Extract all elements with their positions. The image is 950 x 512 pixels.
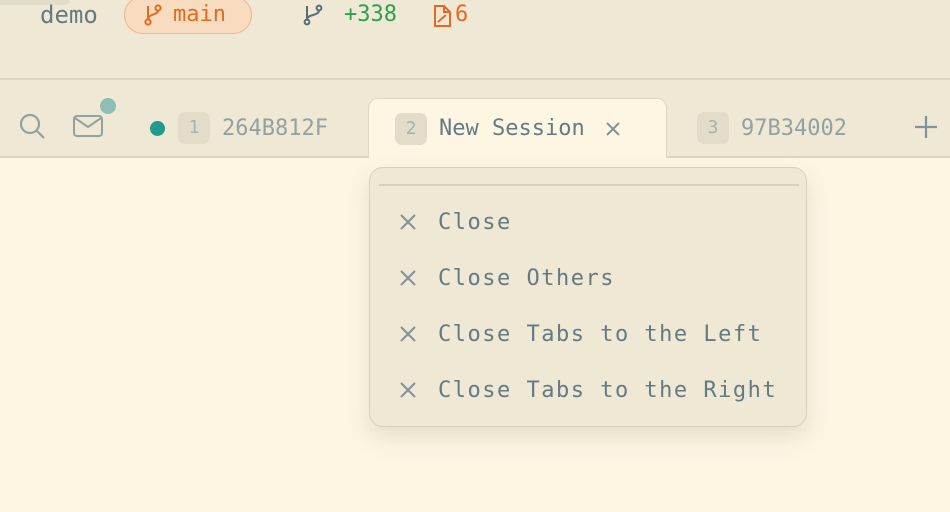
git-icon[interactable] — [301, 3, 325, 27]
tab-session-3[interactable]: 3 97B34002 — [697, 100, 897, 156]
menu-item-close-tabs-left[interactable]: Close Tabs to the Left — [370, 306, 806, 362]
menu-item-close-others[interactable]: Close Others — [370, 250, 806, 306]
menu-item-label: Close Tabs to the Left — [438, 321, 763, 347]
git-branch-icon — [144, 4, 162, 26]
menu-item-label: Close Others — [438, 265, 615, 291]
running-status-dot — [150, 120, 165, 136]
tab-number: 1 — [178, 112, 210, 144]
menu-item-close[interactable]: Close — [370, 194, 806, 250]
project-name: demo — [40, 1, 98, 29]
close-icon — [400, 214, 416, 230]
menu-item-close-tabs-right[interactable]: Close Tabs to the Right — [370, 362, 806, 418]
menu-item-label: Close Tabs to the Right — [438, 377, 778, 403]
close-icon — [400, 326, 416, 342]
mail-icon[interactable] — [72, 112, 104, 140]
search-icon[interactable] — [18, 112, 46, 140]
tab-number: 2 — [395, 112, 427, 145]
tab-number: 3 — [697, 112, 729, 144]
tab-session-1[interactable]: 1 264B812F — [150, 100, 360, 156]
branch-name: main — [173, 2, 226, 27]
modified-files-count: 6 — [455, 2, 469, 27]
branch-badge[interactable]: main — [124, 0, 252, 34]
close-icon — [400, 382, 416, 398]
menu-item-label: Close — [438, 209, 512, 235]
menu-separator — [379, 184, 799, 186]
tab-context-menu: Close Close Others Close Tabs to the Lef… — [369, 167, 807, 427]
plus-icon[interactable] — [913, 114, 939, 140]
tab-label: New Session — [439, 116, 585, 141]
tab-label: 264B812F — [222, 115, 328, 141]
notification-dot — [100, 98, 116, 114]
tab-session-2-active[interactable]: 2 New Session — [368, 98, 667, 158]
close-icon[interactable] — [605, 121, 621, 137]
file-diff-icon — [434, 5, 451, 27]
close-icon — [400, 270, 416, 286]
tab-label: 97B34002 — [741, 115, 847, 141]
added-lines-count: +338 — [344, 2, 397, 27]
